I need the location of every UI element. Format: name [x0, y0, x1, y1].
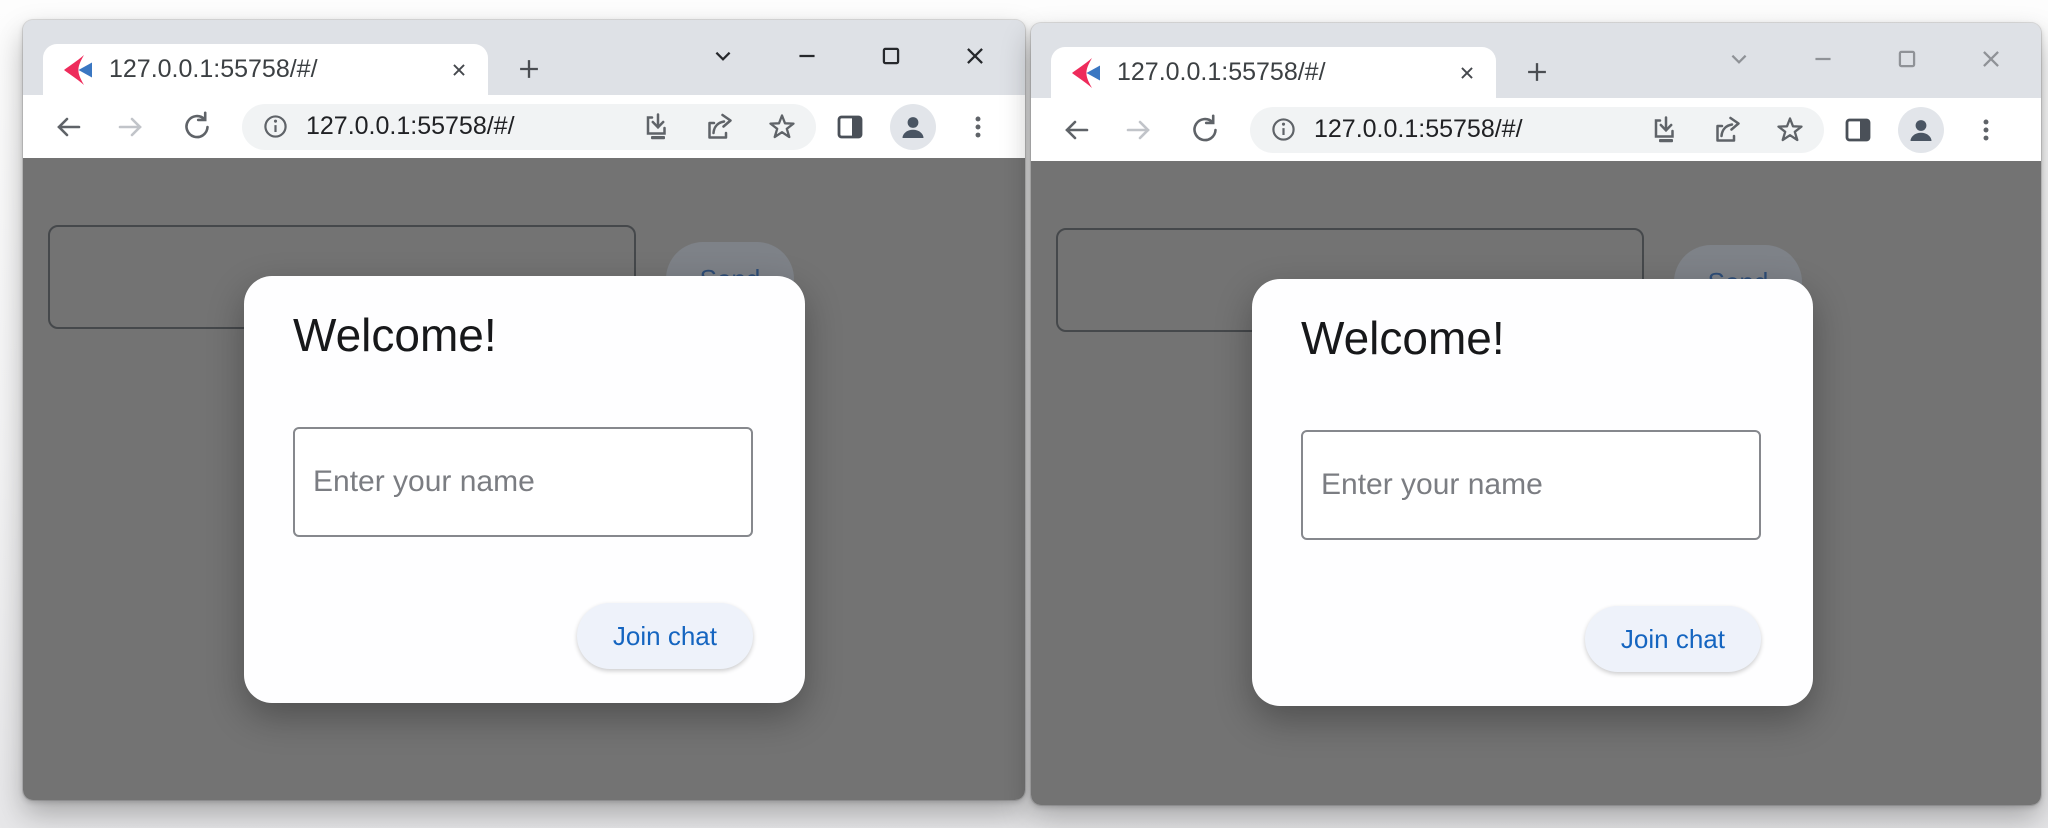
page-content: Send Welcome! Join chat — [23, 158, 1025, 800]
window-caption-controls — [681, 33, 1017, 79]
forward-button-icon[interactable] — [111, 107, 151, 147]
browser-window-right: 127.0.0.1:55758/#/ — [1031, 23, 2041, 805]
bookmark-star-icon[interactable] — [1772, 112, 1808, 148]
browser-toolbar: 127.0.0.1:55758/#/ — [1031, 98, 2041, 161]
minimize-button[interactable] — [1781, 36, 1865, 82]
reload-button-icon[interactable] — [1185, 110, 1225, 150]
address-bar[interactable]: 127.0.0.1:55758/#/ — [242, 104, 816, 150]
browser-toolbar: 127.0.0.1:55758/#/ — [23, 95, 1025, 158]
omnibox-actions — [1646, 112, 1808, 148]
tab-close-icon[interactable] — [444, 55, 474, 85]
desktop: 127.0.0.1:55758/#/ — [0, 0, 2048, 828]
menu-kebab-icon[interactable] — [1966, 110, 2006, 150]
share-icon[interactable] — [701, 109, 737, 145]
back-button-icon[interactable] — [1056, 110, 1096, 150]
tab-search-chevron-icon[interactable] — [1697, 36, 1781, 82]
window-caption-controls — [1697, 36, 2033, 82]
welcome-dialog: Welcome! Join chat — [1252, 279, 1813, 706]
window-close-button[interactable] — [1949, 36, 2033, 82]
flet-logo-icon — [1070, 57, 1102, 89]
profile-avatar[interactable] — [890, 104, 936, 150]
join-chat-button[interactable]: Join chat — [1585, 606, 1761, 672]
side-panel-icon[interactable] — [1838, 110, 1878, 150]
install-download-icon[interactable] — [638, 109, 674, 145]
address-bar[interactable]: 127.0.0.1:55758/#/ — [1250, 107, 1824, 153]
url-text: 127.0.0.1:55758/#/ — [306, 112, 638, 141]
name-input[interactable] — [293, 427, 753, 537]
forward-button-icon[interactable] — [1119, 110, 1159, 150]
profile-avatar[interactable] — [1898, 107, 1944, 153]
url-text: 127.0.0.1:55758/#/ — [1314, 115, 1646, 144]
page-content: Send Welcome! Join chat — [1031, 161, 2041, 805]
tab-search-chevron-icon[interactable] — [681, 33, 765, 79]
site-info-icon[interactable] — [258, 110, 292, 144]
new-tab-button[interactable] — [510, 50, 548, 88]
share-icon[interactable] — [1709, 112, 1745, 148]
bookmark-star-icon[interactable] — [764, 109, 800, 145]
maximize-button[interactable] — [849, 33, 933, 79]
browser-tab[interactable]: 127.0.0.1:55758/#/ — [43, 44, 488, 95]
browser-window-left: 127.0.0.1:55758/#/ — [23, 20, 1025, 800]
tab-title: 127.0.0.1:55758/#/ — [109, 55, 444, 84]
dialog-title: Welcome! — [1301, 311, 1505, 365]
new-tab-button[interactable] — [1518, 53, 1556, 91]
join-chat-button[interactable]: Join chat — [577, 603, 753, 669]
maximize-button[interactable] — [1865, 36, 1949, 82]
side-panel-icon[interactable] — [830, 107, 870, 147]
flet-logo-icon — [62, 54, 94, 86]
back-button-icon[interactable] — [48, 107, 88, 147]
install-download-icon[interactable] — [1646, 112, 1682, 148]
menu-kebab-icon[interactable] — [958, 107, 998, 147]
tab-strip: 127.0.0.1:55758/#/ — [1031, 23, 2041, 98]
minimize-button[interactable] — [765, 33, 849, 79]
window-close-button[interactable] — [933, 33, 1017, 79]
reload-button-icon[interactable] — [177, 107, 217, 147]
site-info-icon[interactable] — [1266, 113, 1300, 147]
tab-title: 127.0.0.1:55758/#/ — [1117, 58, 1452, 87]
dialog-title: Welcome! — [293, 308, 497, 362]
omnibox-actions — [638, 109, 800, 145]
browser-tab[interactable]: 127.0.0.1:55758/#/ — [1051, 47, 1496, 98]
tab-strip: 127.0.0.1:55758/#/ — [23, 20, 1025, 95]
welcome-dialog: Welcome! Join chat — [244, 276, 805, 703]
name-input[interactable] — [1301, 430, 1761, 540]
tab-close-icon[interactable] — [1452, 58, 1482, 88]
